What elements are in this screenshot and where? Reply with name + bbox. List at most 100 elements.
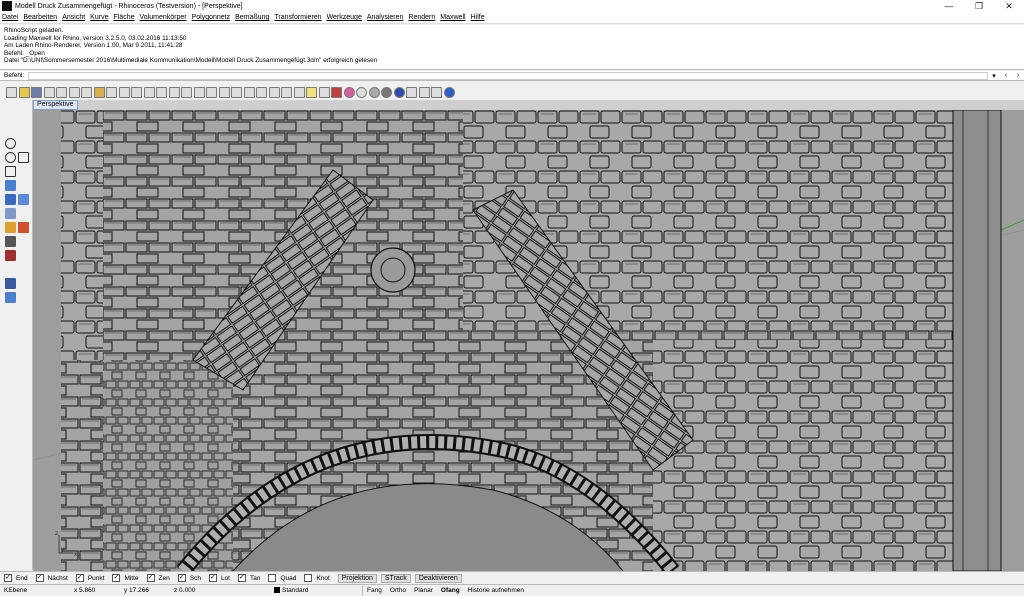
ellipse-icon[interactable] — [5, 152, 16, 163]
maximize-button[interactable]: ❐ — [964, 0, 994, 12]
cut-icon[interactable] — [68, 86, 80, 98]
join-icon[interactable] — [5, 264, 16, 275]
surface-icon[interactable] — [5, 180, 16, 191]
print-icon[interactable] — [43, 86, 55, 98]
osnap-punkt-checkbox[interactable] — [75, 574, 84, 582]
trim-icon[interactable] — [18, 236, 29, 247]
zoom-window-icon[interactable] — [156, 86, 167, 98]
freeform-icon[interactable] — [18, 166, 29, 177]
move-icon[interactable] — [18, 222, 29, 233]
lock-icon[interactable] — [281, 86, 292, 98]
cylinder-icon[interactable] — [18, 194, 29, 205]
zoom-extents-icon[interactable] — [181, 86, 192, 98]
osnap-sch-checkbox[interactable] — [177, 574, 186, 582]
options-icon[interactable] — [431, 86, 442, 98]
osnap-mitte[interactable]: Mitte — [112, 574, 139, 582]
dimension-icon[interactable] — [5, 250, 16, 261]
cplane-indicator[interactable]: KEbene — [0, 587, 70, 594]
rendered-icon[interactable] — [381, 86, 392, 98]
command-history[interactable]: RhinoScript geladen. Loading Maxwell for… — [0, 25, 1024, 70]
shaded-icon[interactable] — [368, 86, 380, 98]
color-wheel-icon[interactable] — [343, 86, 355, 98]
osnap-mitte-checkbox[interactable] — [112, 574, 121, 582]
extrude-icon[interactable] — [18, 180, 29, 191]
menu-bemassung[interactable]: Bemaßung — [235, 14, 269, 21]
menu-maxwell[interactable]: Maxwell — [440, 14, 465, 21]
box-icon[interactable] — [5, 194, 16, 205]
deaktivieren-button[interactable]: Deaktivieren — [414, 573, 462, 583]
mesh-icon[interactable] — [5, 208, 16, 219]
rotate-view-icon[interactable] — [131, 86, 142, 98]
show-icon[interactable] — [268, 86, 280, 98]
save-icon[interactable] — [31, 86, 42, 98]
circle-icon[interactable] — [5, 138, 16, 149]
four-viewports-icon[interactable] — [218, 86, 230, 98]
rhino-app-icon[interactable] — [2, 1, 12, 11]
command-forward-icon[interactable]: › — [1012, 72, 1024, 79]
import-icon[interactable] — [56, 86, 67, 98]
tools-icon[interactable] — [418, 86, 430, 98]
planar-toggle[interactable]: Planar — [410, 587, 437, 594]
command-dropdown-icon[interactable]: ▾ — [988, 72, 1000, 80]
osnap-tan[interactable]: Tan — [237, 574, 260, 582]
menu-transformieren[interactable]: Transformieren — [274, 14, 321, 21]
wireframe-icon[interactable] — [356, 86, 367, 98]
hide-icon[interactable] — [256, 86, 267, 98]
solid-tools-icon[interactable] — [5, 292, 16, 303]
cplane-icon[interactable] — [231, 86, 242, 98]
pan-hand-icon[interactable] — [118, 86, 130, 98]
strack-button[interactable]: STrack — [380, 573, 411, 583]
paste-icon[interactable] — [93, 86, 105, 98]
close-button[interactable]: ✕ — [994, 0, 1024, 12]
osnap-lot[interactable]: Lot — [208, 574, 230, 582]
curve-icon[interactable] — [18, 124, 29, 135]
split-icon[interactable] — [18, 250, 29, 261]
rectangle-icon[interactable] — [18, 152, 29, 163]
undo-view-icon[interactable] — [206, 86, 217, 98]
menu-hilfe[interactable]: Hilfe — [471, 14, 485, 21]
osnap-quad[interactable]: Quad — [268, 574, 296, 582]
new-file-icon[interactable] — [6, 86, 17, 98]
menu-ansicht[interactable]: Ansicht — [62, 14, 85, 21]
osnap-knot[interactable]: Knot — [304, 574, 330, 582]
undo-icon[interactable] — [106, 86, 117, 98]
osnap-end[interactable]: End — [4, 574, 28, 582]
zoom-dynamic-icon[interactable] — [168, 86, 180, 98]
tab-perspektive[interactable]: Perspektive — [33, 100, 78, 110]
osnap-lot-checkbox[interactable] — [208, 574, 217, 582]
osnap-naechst[interactable]: Nächst — [35, 574, 68, 582]
boolean-icon[interactable] — [18, 208, 29, 219]
text-icon[interactable] — [5, 278, 16, 289]
menu-kurve[interactable]: Kurve — [90, 14, 108, 21]
zoom-selected-icon[interactable] — [193, 86, 205, 98]
osnap-zen-checkbox[interactable] — [146, 574, 155, 582]
select-arrow-icon[interactable] — [5, 110, 16, 121]
osnap-punkt[interactable]: Punkt — [75, 574, 104, 582]
help-icon[interactable] — [443, 86, 455, 98]
polyline-icon[interactable] — [5, 124, 16, 135]
menu-werkzeuge[interactable]: Werkzeuge — [327, 14, 362, 21]
osnap-end-checkbox[interactable] — [4, 574, 12, 582]
perspective-viewport[interactable]: z y x — [33, 110, 1024, 571]
osnap-zen[interactable]: Zen — [146, 574, 170, 582]
layer-icon[interactable] — [293, 86, 305, 98]
command-input[interactable] — [28, 71, 988, 80]
menu-analysieren[interactable]: Analysieren — [367, 14, 404, 21]
open-file-icon[interactable] — [18, 86, 30, 98]
ofang-toggle[interactable]: Ofang — [437, 587, 464, 594]
menu-volumenkoerper[interactable]: Volumenkörper — [139, 14, 186, 21]
command-back-icon[interactable]: ‹ — [1000, 72, 1012, 79]
light-icon[interactable] — [306, 86, 317, 98]
render-settings-icon[interactable] — [406, 86, 417, 98]
minimize-button[interactable]: — — [934, 0, 964, 12]
menu-bearbeiten[interactable]: Bearbeiten — [23, 14, 57, 21]
select-icon[interactable] — [243, 86, 255, 98]
osnap-quad-checkbox[interactable] — [268, 574, 277, 582]
historie-toggle[interactable]: Historie aufnehmen — [464, 587, 528, 594]
more-tools-icon[interactable] — [18, 292, 29, 303]
transform-icon[interactable] — [5, 222, 16, 233]
osnap-knot-checkbox[interactable] — [304, 574, 313, 582]
fang-toggle[interactable]: Fang — [363, 587, 386, 594]
menu-datei[interactable]: Datei — [2, 14, 18, 21]
ortho-toggle[interactable]: Ortho — [386, 587, 410, 594]
